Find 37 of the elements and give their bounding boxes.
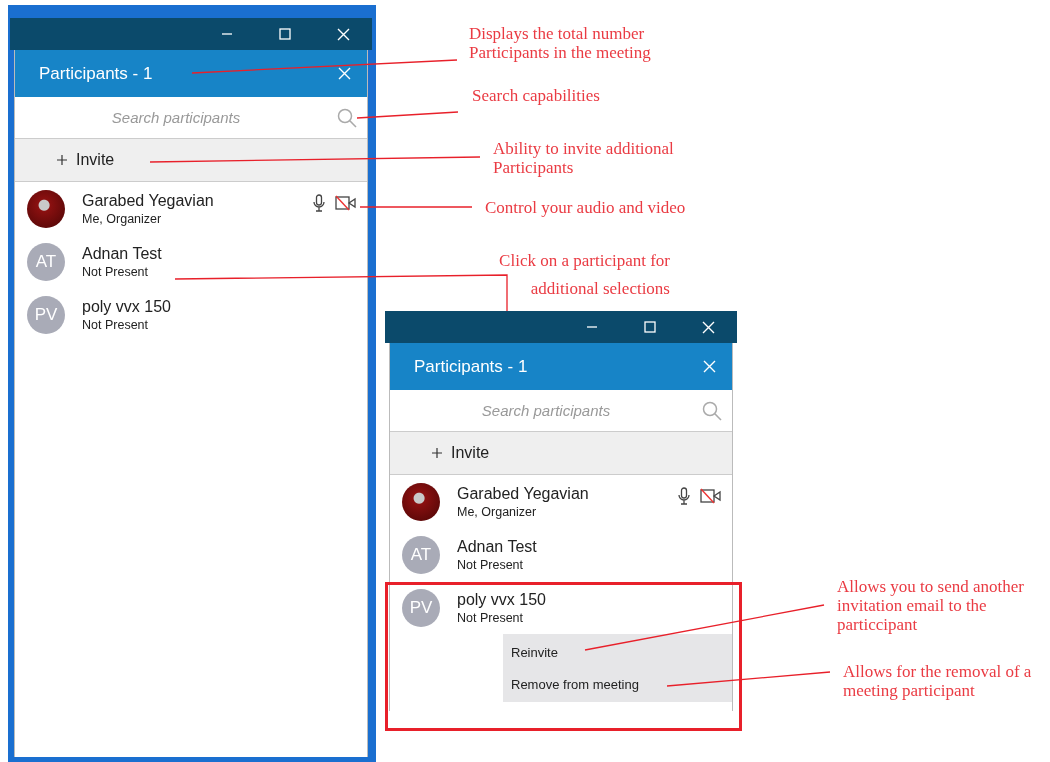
- menu-item[interactable]: Remove from meeting: [503, 668, 732, 700]
- avatar-initials: PV: [27, 295, 65, 334]
- participant-row[interactable]: PV poly vvx 150 Not Present: [15, 288, 367, 341]
- participant-name: Adnan Test: [82, 244, 163, 263]
- avatar-initials: PV: [402, 588, 440, 627]
- participant-name: Adnan Test: [457, 537, 538, 556]
- menu-item[interactable]: Reinvite: [503, 636, 732, 668]
- participant-row[interactable]: PV poly vvx 150 Not Present: [390, 581, 732, 634]
- participant-status: Not Present: [457, 557, 524, 572]
- participant-status: Not Present: [457, 610, 524, 625]
- avatar-initials: AT: [27, 242, 65, 281]
- panel-title: Participants - 1: [39, 63, 153, 84]
- participant-row[interactable]: AT Adnan Test Not Present: [15, 235, 367, 288]
- participant-row[interactable]: Garabed Yegavian Me, Organizer: [390, 475, 732, 528]
- search-field[interactable]: Search participants: [15, 108, 337, 127]
- callout-text: Click on a participant for additional selections: [498, 250, 670, 300]
- participant-name: poly vvx 150: [82, 297, 172, 316]
- callout-text: Displays the total number Participants in the meeting: [469, 24, 652, 62]
- invite-button[interactable]: Invite: [390, 432, 732, 475]
- invite-button[interactable]: Invite: [15, 139, 367, 182]
- avatar-initials: AT: [402, 535, 440, 574]
- callout-text: Search capabilities: [472, 86, 601, 105]
- callout-text: Allows you to send another invitation email to the particcipant: [837, 577, 1025, 634]
- participant-status: Me, Organizer: [82, 211, 163, 226]
- participant-name: poly vvx 150: [457, 590, 547, 609]
- participant-name: Garabed Yegavian: [457, 484, 590, 503]
- participant-status: Not Present: [82, 317, 149, 332]
- callout-text: Control your audio and video: [485, 198, 687, 217]
- search-field[interactable]: Search participants: [390, 401, 702, 420]
- participant-row[interactable]: Garabed Yegavian Me, Organizer: [15, 182, 367, 235]
- participant-status: Not Present: [82, 264, 149, 279]
- participant-row[interactable]: AT Adnan Test Not Present: [390, 528, 732, 581]
- callout-text: Allows for the removal of a meeting participant: [843, 662, 1033, 700]
- participant-status: Me, Organizer: [457, 504, 538, 519]
- panel-title: Participants - 1: [414, 356, 528, 377]
- participant-name: Garabed Yegavian: [82, 191, 215, 210]
- callout-text: Ability to invite additional Participants: [493, 139, 675, 177]
